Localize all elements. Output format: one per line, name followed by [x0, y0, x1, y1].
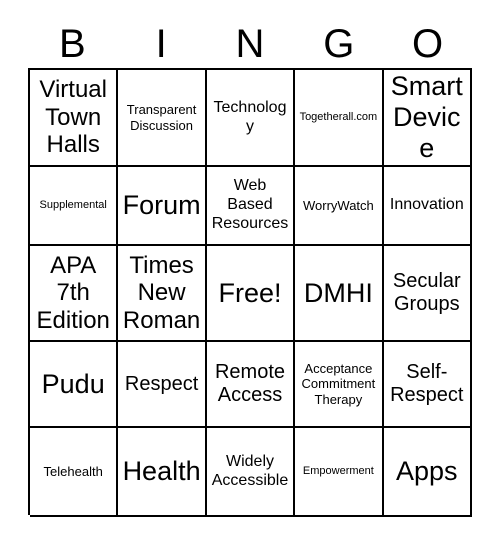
bingo-cell-label: Forum [122, 190, 201, 221]
bingo-cell-label: Togetherall.com [299, 110, 378, 123]
bingo-cell-label: Supplemental [39, 198, 107, 211]
free-space-label: Free! [218, 277, 282, 308]
bingo-cell-r2c3[interactable]: Web Based Resources [206, 167, 296, 246]
bingo-cell-r4c4[interactable]: Acceptance Commitment Therapy [295, 342, 384, 428]
bingo-cell-label: Transparent Discussion [126, 101, 197, 133]
bingo-header-row: B I N G O [28, 20, 472, 68]
bingo-cell-r1c3[interactable]: Technology [206, 70, 296, 167]
bingo-cell-label: Respect [124, 372, 199, 395]
header-letter-i: I [155, 22, 167, 66]
bingo-cell-r3c1[interactable]: APA 7th Edition [30, 246, 119, 342]
bingo-cell-r5c2[interactable]: Health [118, 428, 207, 517]
bingo-cell-r2c2[interactable]: Forum [118, 167, 207, 246]
bingo-cell-label: Times New Roman [122, 251, 201, 334]
bingo-cell-r1c5[interactable]: Smart Device [383, 70, 472, 167]
bingo-cell-label: Apps [396, 456, 458, 487]
bingo-cell-r4c5[interactable]: Self-Respect [383, 342, 472, 428]
bingo-card: B I N G O Virtual Town Halls Transparent… [0, 0, 500, 544]
bingo-grid: Virtual Town Halls Transparent Discussio… [28, 68, 472, 517]
bingo-cell-free-space[interactable]: Free! [206, 246, 296, 342]
bingo-cell-r1c4[interactable]: Togetherall.com [295, 70, 384, 167]
bingo-cell-label: Telehealth [43, 463, 103, 479]
bingo-cell-r4c2[interactable]: Respect [118, 342, 207, 428]
bingo-cell-r4c3[interactable]: Remote Access [206, 342, 296, 428]
bingo-cell-r1c1[interactable]: Virtual Town Halls [30, 70, 119, 167]
bingo-cell-r2c1[interactable]: Supplemental [30, 167, 119, 246]
bingo-cell-label: APA 7th Edition [36, 251, 110, 334]
bingo-cell-label: Widely Accessible [211, 452, 289, 489]
header-letter-o: O [412, 22, 444, 66]
bingo-cell-label: Technology [213, 98, 287, 135]
bingo-cell-label: Empowerment [302, 464, 374, 477]
bingo-cell-label: Web Based Resources [211, 177, 289, 232]
bingo-cell-r2c5[interactable]: Innovation [383, 167, 472, 246]
bingo-cell-label: WorryWatch [302, 197, 374, 213]
bingo-cell-r4c1[interactable]: Pudu [30, 342, 119, 428]
header-letter-n: N [235, 22, 265, 66]
bingo-cell-r5c3[interactable]: Widely Accessible [206, 428, 296, 517]
bingo-cell-label: Health [122, 456, 201, 487]
header-letter-g: G [323, 22, 355, 66]
bingo-cell-label: Innovation [389, 196, 464, 214]
header-letter-b: B [59, 22, 86, 66]
bingo-cell-r3c5[interactable]: Secular Groups [383, 246, 472, 342]
bingo-cell-label: Secular Groups [392, 270, 461, 315]
bingo-cell-r2c4[interactable]: WorryWatch [295, 167, 384, 246]
bingo-cell-label: Virtual Town Halls [39, 76, 107, 159]
bingo-cell-r3c2[interactable]: Times New Roman [118, 246, 207, 342]
bingo-cell-r5c5[interactable]: Apps [383, 428, 472, 517]
bingo-cell-r1c2[interactable]: Transparent Discussion [118, 70, 207, 167]
bingo-cell-label: Remote Access [214, 361, 285, 406]
bingo-cell-r3c4[interactable]: DMHI [295, 246, 384, 342]
bingo-cell-label: Pudu [41, 368, 105, 399]
bingo-cell-r5c1[interactable]: Telehealth [30, 428, 119, 517]
bingo-cell-label: Acceptance Commitment Therapy [301, 360, 376, 407]
bingo-cell-label: DMHI [303, 277, 373, 308]
bingo-cell-label: Self-Respect [390, 361, 464, 406]
bingo-cell-r5c4[interactable]: Empowerment [295, 428, 384, 517]
bingo-cell-label: Smart Device [390, 71, 463, 163]
